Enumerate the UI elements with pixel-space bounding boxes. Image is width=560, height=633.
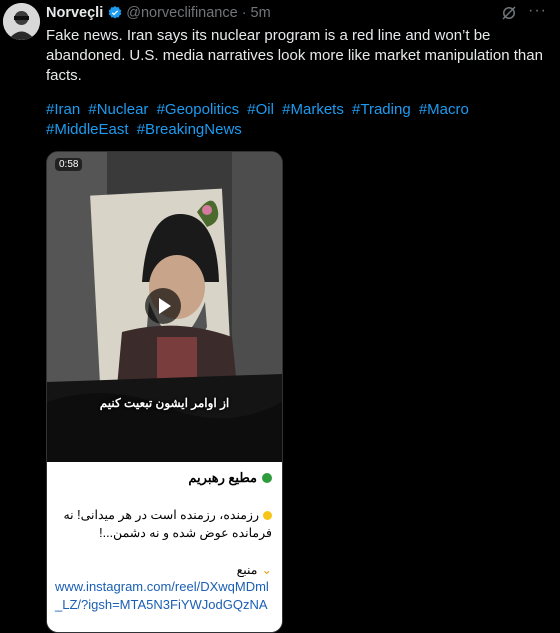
separator: · (241, 5, 247, 21)
avatar-image (3, 3, 40, 40)
yellow-dot-icon (263, 511, 272, 520)
hashtag-link[interactable]: #BreakingNews (137, 121, 242, 138)
hashtag-link[interactable]: #Nuclear (88, 101, 148, 118)
channel-row: مطیع رهبریم (188, 470, 272, 486)
hashtag-link[interactable]: #Macro (419, 101, 469, 118)
hashtag-link[interactable]: #Markets (282, 101, 344, 118)
hashtag-link[interactable]: #Geopolitics (157, 101, 240, 118)
more-icon[interactable]: ··· (528, 2, 547, 20)
play-icon[interactable] (145, 288, 181, 324)
post-header: Norveçli @norveclifinance · 5m (46, 3, 271, 23)
grok-icon[interactable] (500, 4, 518, 22)
hashtag-link[interactable]: #Iran (46, 101, 80, 118)
post-text: Fake news. Iran says its nuclear program… (46, 27, 543, 84)
source-row: ⌄منبع (237, 562, 272, 577)
author-handle[interactable]: @norveclifinance (126, 5, 237, 21)
body-text: رزمنده، رزمنده است در هر میدانی! نه فرما… (63, 508, 272, 540)
hashtags: #Iran #Nuclear #Geopolitics #Oil #Market… (46, 100, 551, 140)
post[interactable]: Norveçli @norveclifinance · 5m ··· Fake … (0, 0, 560, 633)
hashtag-link[interactable]: #Trading (352, 101, 411, 118)
chevron-down-icon: ⌄ (261, 563, 272, 577)
body-row: رزمنده، رزمنده است در هر میدانی! نه فرما… (57, 506, 272, 542)
avatar[interactable] (3, 3, 40, 40)
video-duration: 0:58 (55, 158, 83, 171)
source-label: منبع (236, 563, 258, 577)
hashtag-link[interactable]: #MiddleEast (46, 121, 129, 138)
author-name[interactable]: Norveçli (46, 5, 103, 21)
video-description: مطیع رهبریم رزمنده، رزمنده است در هر مید… (47, 462, 282, 632)
video-player[interactable]: 0:58 از اوامر ایشون تبعیت کنیم (47, 152, 282, 462)
hashtag-link[interactable]: #Oil (247, 101, 274, 118)
instagram-link[interactable]: www.instagram.com/reel/DXwqMDml_LZ/?igsh… (55, 578, 270, 614)
channel-name: مطیع رهبریم (188, 470, 257, 485)
media-card[interactable]: 0:58 از اوامر ایشون تبعیت کنیم مطیع رهبر… (46, 151, 283, 633)
timestamp[interactable]: 5m (251, 5, 271, 21)
video-caption: از اوامر ایشون تبعیت کنیم (99, 396, 230, 410)
verified-badge-icon[interactable] (107, 5, 123, 21)
green-dot-icon (262, 473, 272, 483)
